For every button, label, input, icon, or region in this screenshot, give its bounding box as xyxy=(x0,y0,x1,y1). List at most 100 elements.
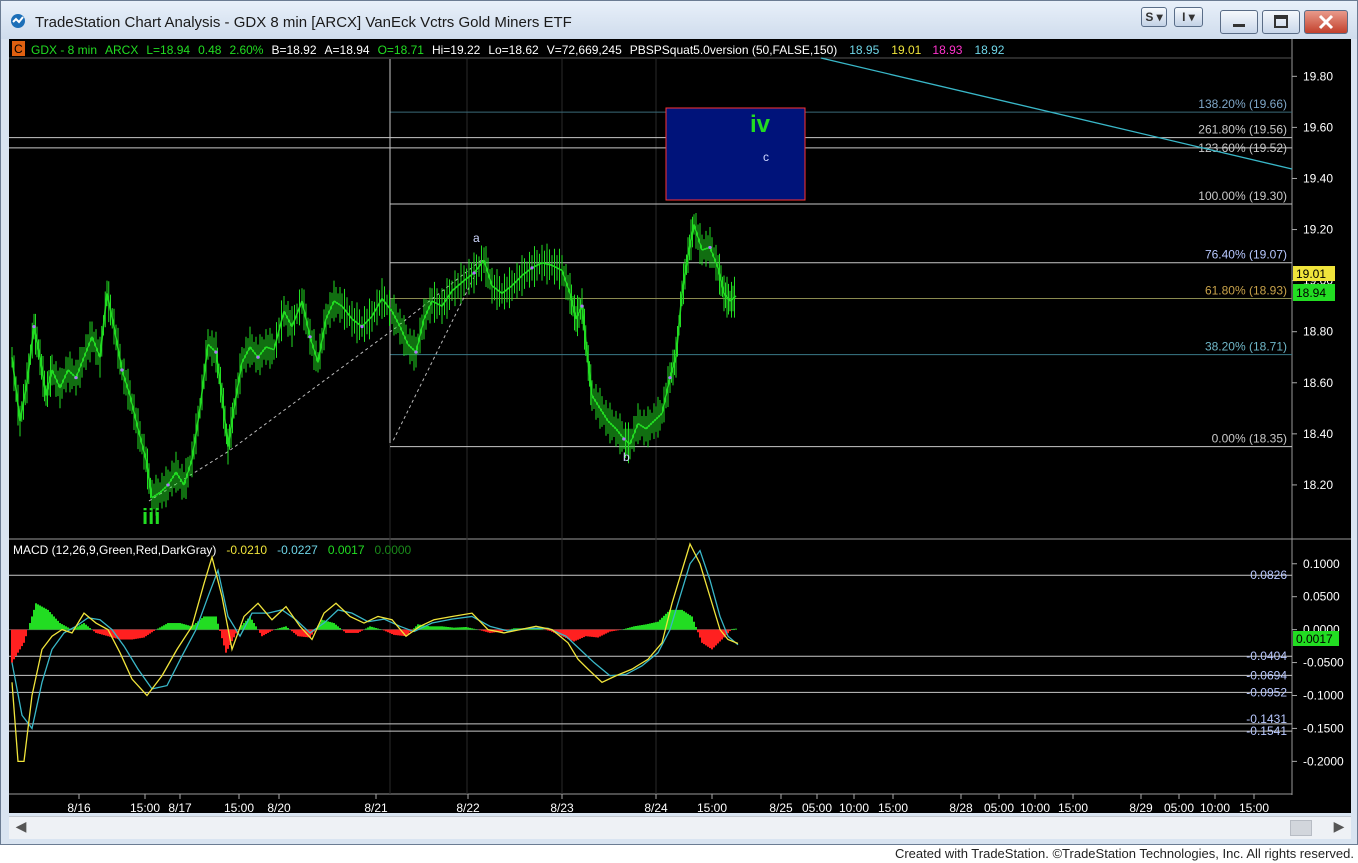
header-indicator: PBSPSquat5.0version (50,FALSE,150) xyxy=(630,43,837,57)
close-icon xyxy=(1318,14,1334,30)
pivot-marker xyxy=(530,266,534,270)
macd-level-label: -0.1541 xyxy=(1246,724,1287,738)
macd-name: MACD (12,26,9,Green,Red,DarkGray) xyxy=(13,543,216,557)
macd-line xyxy=(11,542,739,763)
macd-series xyxy=(9,542,739,763)
time-tick-label: 8/23 xyxy=(550,801,574,813)
fib-label: 76.40% (19.07) xyxy=(1205,248,1287,262)
pivot-marker xyxy=(74,376,78,380)
time-tick-label: 05:00 xyxy=(1164,801,1194,813)
pivot-marker xyxy=(308,335,312,339)
pivot-marker xyxy=(414,350,418,354)
macd-tick-label: -0.0500 xyxy=(1303,656,1344,670)
price-tick-label: 18.80 xyxy=(1303,325,1333,339)
header-change: 0.48 xyxy=(198,43,222,57)
time-tick-label: 15:00 xyxy=(878,801,908,813)
header-ask: A=18.94 xyxy=(325,43,370,57)
pivot-marker xyxy=(256,355,260,359)
macd-tag: 0.0017 xyxy=(1296,632,1333,646)
time-tick-label: 8/17 xyxy=(168,801,192,813)
chart-area[interactable]: 19.8019.6019.4019.2019.0018.8018.6018.40… xyxy=(9,39,1351,813)
macd-tick-label: -0.1500 xyxy=(1303,721,1344,735)
macd-tick-label: -0.2000 xyxy=(1303,754,1344,768)
pivot-marker xyxy=(708,245,712,250)
wave-label-b: b xyxy=(623,450,630,464)
scroll-right-icon[interactable]: ▶ xyxy=(1331,818,1347,836)
time-tick-label: 15:00 xyxy=(224,801,254,813)
header-pct: 2.60% xyxy=(229,43,263,57)
time-tick-label: 10:00 xyxy=(1020,801,1050,813)
pivot-marker xyxy=(360,324,364,329)
time-tick-label: 8/20 xyxy=(267,801,291,813)
time-tick-label: 8/28 xyxy=(949,801,973,813)
scroll-left-icon[interactable]: ◀ xyxy=(13,818,29,836)
price-series xyxy=(11,212,737,516)
minimize-button[interactable] xyxy=(1220,10,1258,34)
header-exchange: ARCX xyxy=(105,43,138,57)
price-tick-label: 18.40 xyxy=(1303,427,1333,441)
time-tick-label: 8/21 xyxy=(364,801,388,813)
header-last: L=18.94 xyxy=(146,43,190,57)
macd-diff: 0.0017 xyxy=(328,543,365,557)
time-tick-label: 15:00 xyxy=(130,801,160,813)
time-tick-label: 8/25 xyxy=(769,801,793,813)
pivot-marker xyxy=(166,483,170,487)
scroll-thumb[interactable] xyxy=(1290,820,1312,836)
price-tick-label: 19.20 xyxy=(1303,223,1333,237)
wave-path-dotted xyxy=(148,258,484,502)
time-tick-label: 15:00 xyxy=(1239,801,1269,813)
horizontal-scrollbar[interactable]: ◀ ▶ xyxy=(9,816,1351,839)
pivot-marker xyxy=(120,368,124,372)
time-axis: 8/16 15:00 8/17 15:00 8/20 8/21 8/22 8/23 8/24 15… xyxy=(67,794,1269,813)
price-tick-label: 18.20 xyxy=(1303,478,1333,492)
header-v3: 18.93 xyxy=(932,43,962,57)
chart-window: TradeStation Chart Analysis - GDX 8 min … xyxy=(0,0,1358,845)
pivot-marker xyxy=(622,437,626,441)
title-bar[interactable]: TradeStation Chart Analysis - GDX 8 min … xyxy=(1,1,1357,39)
price-tick-label: 18.60 xyxy=(1303,376,1333,390)
wave-label-a: a xyxy=(473,231,480,245)
c-badge: C xyxy=(14,42,23,56)
time-tick-label: 15:00 xyxy=(1058,801,1088,813)
fib-label: 138.20% (19.66) xyxy=(1198,97,1287,111)
pivot-marker xyxy=(214,350,218,354)
footer-credit: Created with TradeStation. ©TradeStation… xyxy=(894,846,1354,861)
macd-tick-label: -0.1000 xyxy=(1303,688,1344,702)
close-button[interactable] xyxy=(1304,10,1348,34)
time-tick-label: 05:00 xyxy=(984,801,1014,813)
price-tick-label: 19.40 xyxy=(1303,171,1333,185)
trend-line xyxy=(820,57,1293,170)
header-v2: 19.01 xyxy=(891,43,921,57)
price-tick-label: 19.60 xyxy=(1303,120,1333,134)
macd-level-label: -0.0404 xyxy=(1246,649,1287,663)
pivot-marker xyxy=(472,271,476,275)
fib-label: 38.20% (18.71) xyxy=(1205,340,1287,354)
time-tick-label: 8/22 xyxy=(456,801,480,813)
macd-axis-ticks: 0.10000.05000.0000-0.0500-0.1000-0.1500-… xyxy=(1292,557,1344,768)
macd-legend: MACD (12,26,9,Green,Red,DarkGray) -0.0210… xyxy=(13,543,412,557)
fib-label: 100.00% (19.30) xyxy=(1198,189,1287,203)
pivot-marker xyxy=(580,304,584,308)
macd-zero: 0.0000 xyxy=(375,543,412,557)
header-legend: GDX - 8 min ARCX L=18.94 0.48 2.60% B=18.92 A=… xyxy=(31,43,1005,57)
header-v4: 18.92 xyxy=(974,43,1004,57)
header-volume: V=72,669,245 xyxy=(547,43,622,57)
pivot-marker xyxy=(32,324,36,329)
minimize-icon xyxy=(1233,24,1245,27)
wave-label-iii: iii xyxy=(142,504,160,529)
indicator-menu-button[interactable]: I ▾ xyxy=(1174,7,1203,27)
price-tag-1: 19.01 xyxy=(1296,267,1326,281)
maximize-button[interactable] xyxy=(1262,10,1300,34)
price-tag-2: 18.94 xyxy=(1296,286,1326,300)
header-bid: B=18.92 xyxy=(271,43,316,57)
header-v1: 18.95 xyxy=(849,43,879,57)
macd-avg: -0.0227 xyxy=(277,543,318,557)
wave-iv-target-box xyxy=(665,107,806,201)
macd-level-label: 0.0826 xyxy=(1250,568,1287,582)
fib-label: 261.80% (19.56) xyxy=(1198,123,1287,137)
symbol-link-button[interactable]: S ▾ xyxy=(1141,7,1167,27)
wave-label-iv: iv xyxy=(750,111,771,138)
macd-signal-line xyxy=(11,549,739,730)
chart-canvas[interactable]: 19.8019.6019.4019.2019.0018.8018.6018.40… xyxy=(9,39,1351,813)
time-tick-label: 8/24 xyxy=(644,801,668,813)
